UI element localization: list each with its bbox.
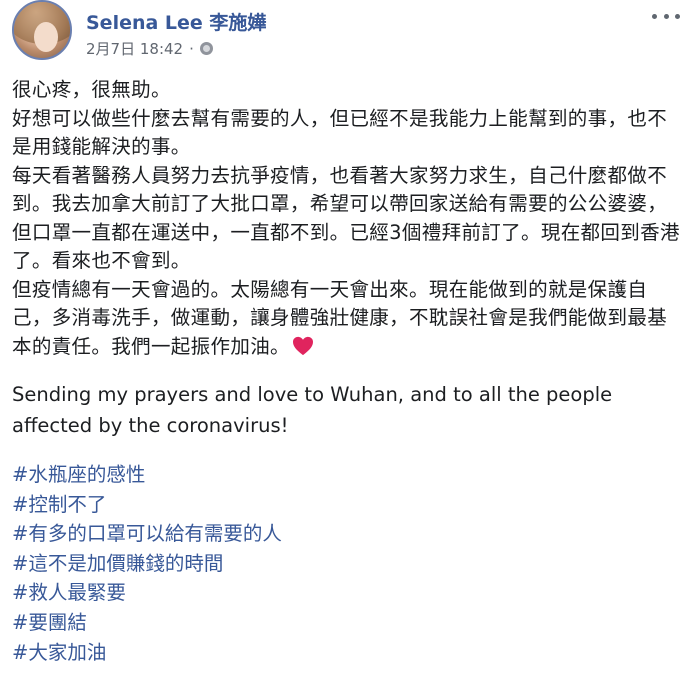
more-dot (663, 13, 669, 19)
post-paragraph: 很心疼，很無助。 (12, 78, 171, 101)
meta-separator: · (189, 39, 194, 58)
facebook-post: Selena Lee 李施嬅 2月7日 18:42 · 很心疼，很無助。 好想可… (0, 0, 696, 685)
post-body: 很心疼，很無助。 好想可以做些什麼去幫有需要的人，但已經不是我能力上能幫到的事，… (12, 76, 684, 667)
hashtag-link[interactable]: #水瓶座的感性 (12, 460, 684, 490)
hashtag-link[interactable]: #大家加油 (12, 638, 684, 668)
more-options-icon[interactable] (652, 6, 680, 26)
more-dot (652, 13, 657, 19)
red-heart-icon (292, 336, 313, 355)
post-paragraph-with-heart: 但疫情總有一天會過的。太陽總有一天會出來。現在能做到的就是保護自己，多消毒洗手，… (12, 276, 684, 362)
post-chinese-text: 很心疼，很無助。 好想可以做些什麼去幫有需要的人，但已經不是我能力上能幫到的事，… (12, 76, 684, 361)
avatar[interactable] (12, 0, 72, 60)
hashtag-link[interactable]: #這不是加價賺錢的時間 (12, 549, 684, 579)
post-paragraph: 每天看著醫務人員努力去抗爭疫情，也看著大家努力求生，自己什麼都做不到。我去加拿大… (12, 163, 680, 273)
hashtag-list: #水瓶座的感性 #控制不了 #有多的口罩可以給有需要的人 #這不是加價賺錢的時間… (12, 460, 684, 667)
avatar-face (34, 22, 58, 52)
author-name[interactable]: Selena Lee 李施嬅 (86, 8, 266, 35)
hashtag-link[interactable]: #有多的口罩可以給有需要的人 (12, 519, 684, 549)
post-header: Selena Lee 李施嬅 2月7日 18:42 · (12, 0, 684, 66)
post-meta: 2月7日 18:42 · (86, 38, 213, 59)
more-dot (675, 13, 680, 19)
post-english-text: Sending my prayers and love to Wuhan, an… (12, 383, 613, 437)
hashtag-link[interactable]: #控制不了 (12, 490, 684, 520)
hashtag-link[interactable]: #要團結 (12, 608, 684, 638)
hashtag-link[interactable]: #救人最緊要 (12, 578, 684, 608)
post-paragraph: 好想可以做些什麼去幫有需要的人，但已經不是我能力上能幫到的事，也不是用錢能解決的… (12, 106, 668, 159)
post-paragraph: 但疫情總有一天會過的。太陽總有一天會出來。現在能做到的就是保護自己，多消毒洗手，… (12, 277, 668, 358)
globe-icon[interactable] (199, 42, 213, 55)
post-timestamp[interactable]: 2月7日 18:42 (86, 38, 183, 59)
